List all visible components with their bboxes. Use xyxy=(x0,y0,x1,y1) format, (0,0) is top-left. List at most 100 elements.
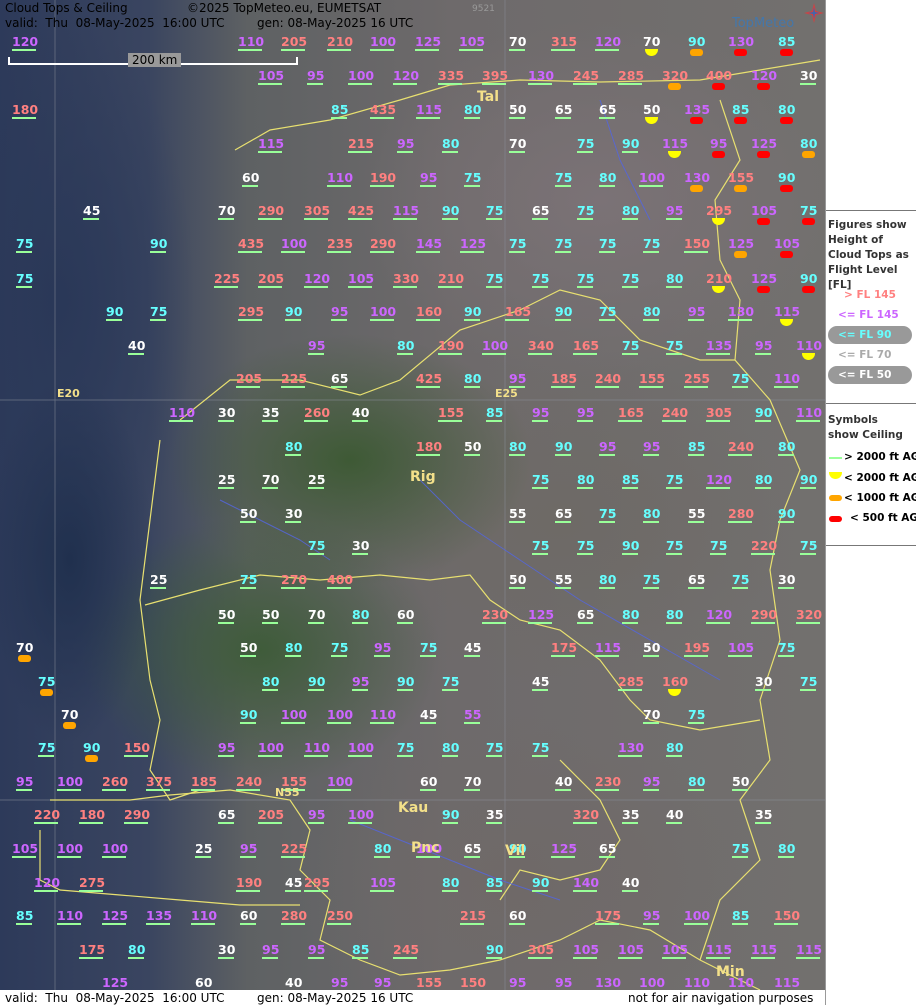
cloud-top-label: 45 xyxy=(285,876,302,892)
ceiling-symbol xyxy=(599,521,615,523)
cloud-top-value: 190 xyxy=(236,875,263,890)
cloud-top-label: 245 xyxy=(573,69,599,85)
footer-valid: valid: Thu 08-May-2025 16:00 UTC xyxy=(5,991,225,1005)
cloud-top-label: 75 xyxy=(420,641,437,657)
ceiling-symbol xyxy=(348,822,372,824)
ceiling-symbol xyxy=(800,83,816,85)
cloud-top-value: 70 xyxy=(464,774,482,789)
cloud-top-label: 65 xyxy=(577,608,594,624)
cloud-top-label: 320 xyxy=(573,808,599,824)
cloud-top-value: 240 xyxy=(595,371,622,386)
cloud-top-label: 110 xyxy=(169,406,195,422)
cloud-top-value: 260 xyxy=(102,774,129,789)
cloud-top-label: 80 xyxy=(622,607,640,624)
cloud-top-label: 335 xyxy=(438,69,464,85)
ceiling-symbol xyxy=(796,957,820,959)
cloud-top-label: 85 xyxy=(622,473,639,489)
cloud-top-label: 90 xyxy=(486,943,503,959)
cloud-top-label: 180 xyxy=(79,808,105,824)
cloud-top-value: 240 xyxy=(662,405,689,420)
cloud-top-value: 100 xyxy=(684,908,711,923)
disclaimer: not for air navigation purposes xyxy=(628,991,814,1005)
ceiling-symbol xyxy=(684,655,708,657)
ceiling-symbol xyxy=(464,117,480,119)
ceiling-symbol xyxy=(532,218,548,220)
ceiling-symbol xyxy=(218,622,234,624)
ceiling-symbol xyxy=(438,83,462,85)
ceiling-symbol xyxy=(801,353,815,360)
ceiling-symbol xyxy=(711,218,725,225)
cloud-top-label: 75 xyxy=(38,741,55,757)
ceiling-symbol xyxy=(643,454,659,456)
cloud-top-value: 50 xyxy=(643,102,661,117)
cloud-top-value: 115 xyxy=(416,102,443,117)
cloud-top-value: 50 xyxy=(643,640,661,655)
cloud-top-value: 195 xyxy=(684,640,711,655)
cloud-top-value: 255 xyxy=(684,371,711,386)
cloud-top-label: 115 xyxy=(662,137,688,158)
ceiling-symbol xyxy=(16,251,32,253)
cloud-top-label: 105 xyxy=(348,272,374,288)
cloud-top-value: 50 xyxy=(240,506,258,521)
meridian-label: E20 xyxy=(57,387,80,400)
cloud-top-label: 90 xyxy=(800,473,817,489)
cloud-top-label: 205 xyxy=(258,808,284,824)
cloud-top-value: 30 xyxy=(755,674,773,689)
ceiling-symbol xyxy=(240,856,256,858)
cloud-top-label: 185 xyxy=(551,372,577,388)
cloud-top-label: 75 xyxy=(16,237,33,253)
cloud-top-label: 75 xyxy=(599,507,616,523)
cloud-top-value: 30 xyxy=(778,572,796,587)
cloud-top-label: 75 xyxy=(666,339,683,355)
cloud-top-label: 175 xyxy=(595,909,621,925)
cloud-top-value: 75 xyxy=(599,236,617,251)
cloud-top-value: 165 xyxy=(618,405,645,420)
cloud-top-value: 85 xyxy=(688,439,706,454)
cloud-top-value: 70 xyxy=(16,640,34,655)
cloud-top-value: 50 xyxy=(240,640,258,655)
cloud-top-label: 155 xyxy=(728,171,754,192)
ceiling-symbol xyxy=(352,622,368,624)
cloud-top-label: 40 xyxy=(352,406,369,422)
cloud-top-value: 75 xyxy=(532,740,550,755)
ceiling-symbol xyxy=(618,83,642,85)
cloud-top-label: 295 xyxy=(706,204,732,225)
cloud-top-label: 30 xyxy=(352,539,369,555)
cloud-top-value: 230 xyxy=(482,607,509,622)
cloud-top-label: 55 xyxy=(688,507,705,523)
ceiling-symbol xyxy=(460,923,484,925)
cloud-top-value: 25 xyxy=(150,572,168,587)
cloud-top-value: 125 xyxy=(102,908,129,923)
cloud-top-value: 90 xyxy=(308,674,326,689)
cloud-top-value: 240 xyxy=(728,439,755,454)
cloud-top-label: 55 xyxy=(509,507,526,523)
ceiling-symbol xyxy=(706,353,730,355)
cloud-top-value: 80 xyxy=(643,304,661,319)
cloud-top-label: 215 xyxy=(348,137,374,153)
cloud-top-value: 205 xyxy=(281,34,308,49)
ceiling-symbol xyxy=(667,689,681,696)
cloud-top-label: 30 xyxy=(218,943,235,959)
ceiling-symbol xyxy=(240,521,256,523)
ceiling-symbol xyxy=(442,755,458,757)
cloud-top-value: 85 xyxy=(331,102,349,117)
cloud-top-label: 80 xyxy=(464,103,481,119)
satellite-map[interactable]: Cloud Tops & Ceiling ©2025 TopMeteo.eu, … xyxy=(0,0,825,1005)
cloud-top-value: 295 xyxy=(304,875,331,890)
ceiling-symbol xyxy=(486,822,502,824)
ceiling-symbol xyxy=(622,622,638,624)
cloud-top-value: 35 xyxy=(262,405,280,420)
ceiling-symbol xyxy=(374,655,390,657)
cloud-top-value: 75 xyxy=(622,338,640,353)
cloud-top-value: 80 xyxy=(622,607,640,622)
cloud-top-label: 60 xyxy=(420,775,437,791)
cloud-top-label: 115 xyxy=(796,943,822,959)
cloud-top-label: 120 xyxy=(12,35,38,51)
cloud-top-label: 95 xyxy=(666,203,684,220)
cloud-top-value: 80 xyxy=(800,136,818,151)
city-label: Tal xyxy=(477,89,499,105)
cloud-top-label: 90 xyxy=(83,741,100,762)
cloud-top-value: 75 xyxy=(778,640,796,655)
cloud-top-value: 95 xyxy=(666,203,684,218)
cloud-top-value: 50 xyxy=(732,774,750,789)
